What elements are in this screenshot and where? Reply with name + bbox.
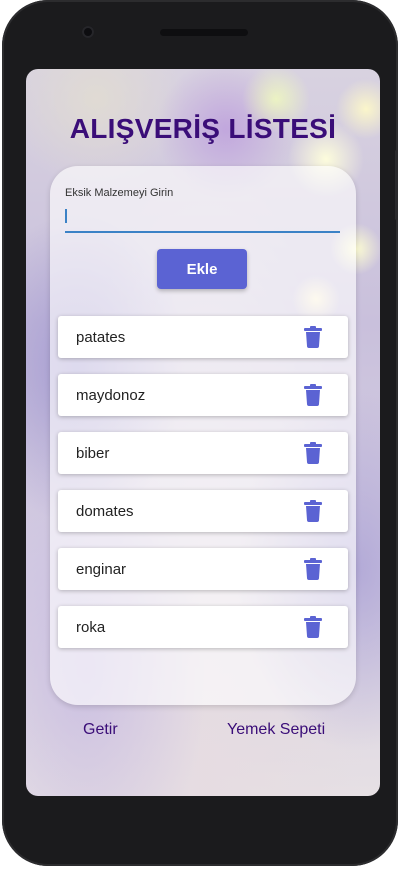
ingredient-input[interactable] [65, 203, 340, 233]
ingredient-input-group: Eksik Malzemeyi Girin [65, 187, 340, 233]
trash-icon[interactable] [304, 500, 322, 522]
ingredient-input-label: Eksik Malzemeyi Girin [65, 187, 174, 199]
add-button[interactable]: Ekle [157, 249, 247, 289]
list-item-label: maydonoz [76, 387, 146, 404]
power-button [395, 150, 398, 220]
front-camera [82, 26, 94, 38]
list-item: enginar [58, 548, 348, 590]
trash-icon[interactable] [304, 326, 322, 348]
list-item: maydonoz [58, 374, 348, 416]
list-item-label: domates [76, 503, 134, 520]
list-item-label: enginar [76, 561, 127, 578]
list-item: domates [58, 490, 348, 532]
yemek-sepeti-button[interactable]: Yemek Sepeti [227, 721, 325, 739]
trash-icon[interactable] [304, 558, 322, 580]
app-screen: ALIŞVERİŞ LİSTESİ Eksik Malzemeyi Girin … [26, 69, 380, 796]
list-item: biber [58, 432, 348, 474]
trash-icon[interactable] [304, 384, 322, 406]
list-item-label: biber [76, 445, 110, 462]
getir-button[interactable]: Getir [83, 721, 118, 739]
page-title: ALIŞVERİŞ LİSTESİ [69, 113, 337, 144]
trash-icon[interactable] [304, 616, 322, 638]
list-item-label: patates [76, 329, 126, 346]
earpiece-speaker [160, 29, 248, 36]
phone-frame: ALIŞVERİŞ LİSTESİ Eksik Malzemeyi Girin … [2, 0, 398, 866]
list-item: roka [58, 606, 348, 648]
trash-icon[interactable] [304, 442, 322, 464]
text-caret [65, 209, 67, 223]
shopping-card: Eksik Malzemeyi Girin Ekle patates maydo… [50, 166, 356, 705]
list-item-label: roka [76, 619, 106, 636]
list-item: patates [58, 316, 348, 358]
